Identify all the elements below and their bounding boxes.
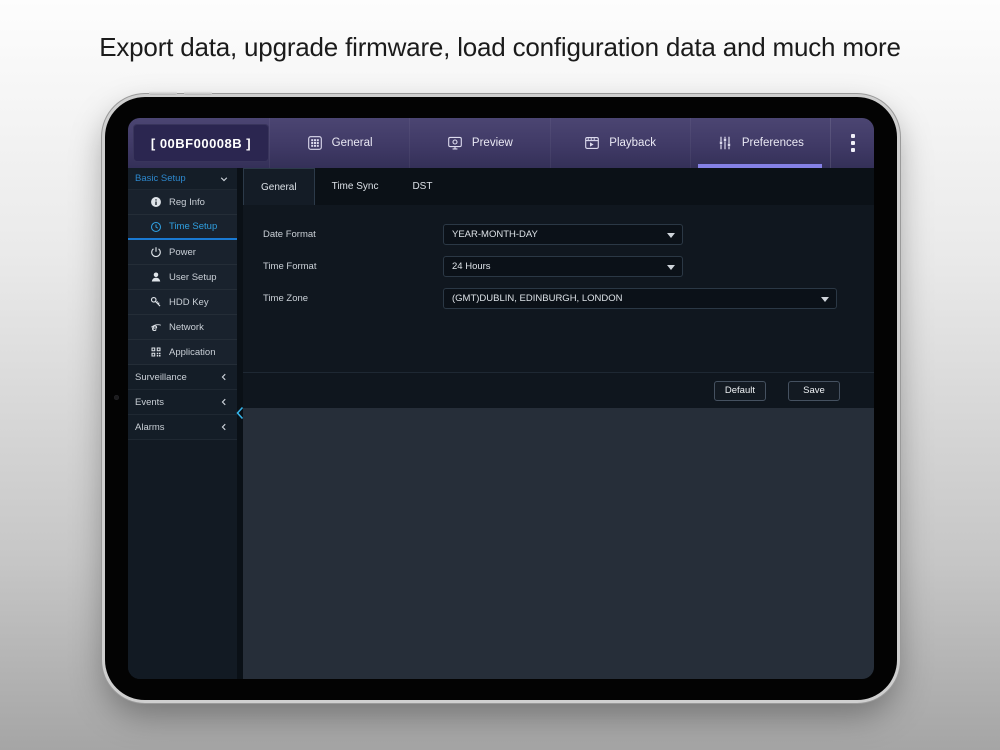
nav-tab-label: Preview [471,137,513,149]
nav-tab-playback[interactable]: Playback [549,118,690,168]
content-tabbar: General Time Sync DST [243,168,874,206]
nav-tab-general[interactable]: General [269,118,409,168]
caret-down-icon [667,233,675,238]
top-navbar: [ 00BF00008B ] General Preview Playback … [128,118,874,168]
volume-down-button [184,91,212,95]
active-tab-underline [698,164,823,168]
date-format-select[interactable]: YEAR-MONTH-DAY [443,224,683,245]
content-tab-time-sync[interactable]: Time Sync [315,168,396,205]
sidebar-item-hdd-key[interactable]: HDD Key [128,290,237,315]
sidebar-item-label: User Setup [169,271,217,283]
time-zone-select[interactable]: (GMT)DUBLIN, EDINBURGH, LONDON [443,288,837,309]
sidebar-group-label: Surveillance [135,371,187,383]
app-body: Basic Setup Reg Info Time Setup Power Us… [128,168,874,679]
time-format-label: Time Format [263,261,317,272]
dot [850,134,855,138]
sidebar-group-surveillance[interactable]: Surveillance [128,365,237,390]
volume-up-button [149,91,177,95]
app-screen: [ 00BF00008B ] General Preview Playback … [128,118,874,679]
form-row-time-zone: Time Zone (GMT)DUBLIN, EDINBURGH, LONDON [243,288,874,309]
preferences-icon [717,135,733,151]
sidebar-item-label: Network [169,321,204,333]
sidebar-group-label: Events [135,396,165,408]
sidebar-item-label: Reg Info [169,196,205,208]
caret-down-icon [821,297,829,302]
chevron-left-icon [219,397,229,407]
date-format-label: Date Format [263,229,316,240]
sidebar-item-label: Power [169,246,196,258]
caret-down-icon [667,265,675,270]
sidebar-group-label: Basic Setup [135,173,186,184]
page-headline: Export data, upgrade firmware, load conf… [99,32,901,62]
network-icon: e [150,321,162,333]
application-icon [150,346,162,358]
sidebar-group-alarms[interactable]: Alarms [128,415,237,440]
sidebar-item-label: HDD Key [169,296,209,308]
front-camera [114,395,119,400]
chevron-down-icon [219,174,229,184]
info-icon [150,196,162,208]
general-icon [307,135,323,151]
sidebar-item-label: Time Setup [169,221,218,232]
sidebar-group-label: Alarms [135,421,165,433]
form-row-time-format: Time Format 24 Hours [243,256,874,277]
sidebar-filler [128,440,237,679]
nav-tabs: General Preview Playback Preferences [269,118,830,168]
sidebar-item-time-setup[interactable]: Time Setup [128,215,237,240]
sidebar-item-reg-info[interactable]: Reg Info [128,190,237,215]
form-row-date-format: Date Format YEAR-MONTH-DAY [243,224,874,245]
time-zone-value: (GMT)DUBLIN, EDINBURGH, LONDON [452,293,623,304]
main-content: General Time Sync DST Date Format YEAR-M… [243,168,874,679]
time-zone-label: Time Zone [263,293,309,304]
power-icon [150,246,162,258]
date-format-value: YEAR-MONTH-DAY [452,229,538,240]
preview-icon [447,135,463,151]
sidebar-item-user-setup[interactable]: User Setup [128,265,237,290]
playback-icon [584,135,600,151]
sidebar-item-network[interactable]: e Network [128,315,237,340]
time-format-select[interactable]: 24 Hours [443,256,683,277]
sidebar-group-basic-setup[interactable]: Basic Setup [128,168,237,190]
nav-tab-preferences[interactable]: Preferences [689,118,830,168]
time-format-value: 24 Hours [452,261,491,272]
nav-tab-label: General [331,137,373,149]
dot [850,141,855,145]
tablet-frame: [ 00BF00008B ] General Preview Playback … [105,91,897,700]
sidebar-item-power[interactable]: Power [128,240,237,265]
clock-icon [150,221,162,233]
key-icon [150,296,162,308]
default-button[interactable]: Default [713,380,766,401]
sidebar-collapse-handle[interactable] [235,406,245,420]
user-icon [150,271,162,283]
save-button[interactable]: Save [788,380,840,401]
content-tab-general[interactable]: General [243,168,315,206]
dot [850,148,855,152]
sidebar-item-application[interactable]: Application [128,340,237,365]
svg-text:e: e [152,323,158,333]
nav-tab-preview[interactable]: Preview [409,118,549,168]
action-button-strip: Default Save [243,373,874,408]
time-setup-form: Date Format YEAR-MONTH-DAY Time Format 2… [243,205,874,372]
sidebar-group-events[interactable]: Events [128,390,237,415]
sidebar: Basic Setup Reg Info Time Setup Power Us… [128,168,237,679]
nav-tab-label: Preferences [741,137,804,149]
sidebar-collapse-strip [235,168,245,679]
content-empty-area [243,408,874,679]
device-id-badge: [ 00BF00008B ] [133,124,269,162]
chevron-left-icon [219,372,229,382]
more-menu-button[interactable] [830,118,874,168]
nav-tab-label: Playback [609,137,656,149]
chevron-left-icon [219,422,229,432]
content-tab-dst[interactable]: DST [395,168,449,205]
sidebar-item-label: Application [169,346,216,358]
